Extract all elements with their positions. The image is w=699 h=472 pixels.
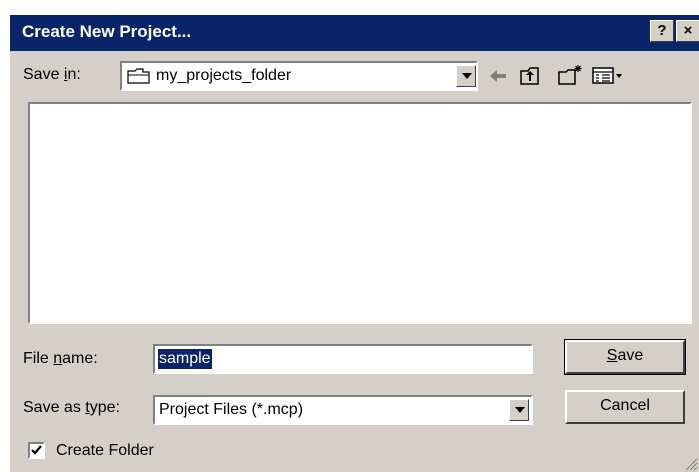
close-button[interactable]: ×: [676, 20, 699, 42]
file-name-input[interactable]: sample: [153, 344, 533, 374]
checkmark-icon: [31, 445, 42, 455]
close-icon: ×: [683, 22, 693, 39]
window-title: Create New Project...: [22, 22, 192, 41]
file-list[interactable]: [28, 102, 692, 324]
view-menu-icon[interactable]: [590, 63, 626, 89]
save-as-type-value: Project Files (*.mcp): [159, 401, 304, 418]
file-name-value: sample: [158, 349, 212, 369]
save-as-type-dropdown-button[interactable]: [509, 399, 529, 421]
save-as-type-label: Save as type:: [23, 399, 120, 416]
cancel-button[interactable]: Cancel: [565, 390, 685, 424]
save-button[interactable]: Save: [564, 339, 686, 375]
title-bar[interactable]: Create New Project... ? ×: [10, 15, 699, 51]
new-folder-icon[interactable]: [556, 63, 586, 89]
size-grip-icon[interactable]: [682, 455, 698, 471]
create-new-project-dialog: Create New Project... ? × Save in: my_pr…: [8, 13, 699, 472]
save-as-type-select[interactable]: Project Files (*.mcp): [153, 395, 533, 425]
create-folder-label: Create Folder: [56, 442, 154, 459]
file-name-label: File name:: [23, 350, 98, 367]
save-in-label: Save in:: [23, 66, 81, 83]
up-one-level-icon[interactable]: [518, 63, 546, 89]
back-arrow-icon[interactable]: [484, 63, 512, 89]
chevron-down-icon: [515, 407, 525, 413]
save-in-value: my_projects_folder: [156, 67, 292, 84]
save-in-dropdown-button[interactable]: [456, 65, 476, 87]
help-button[interactable]: ?: [650, 20, 674, 42]
chevron-down-icon: [462, 73, 472, 79]
folder-icon: [127, 68, 150, 84]
create-folder-checkbox[interactable]: [28, 442, 45, 459]
save-in-combo[interactable]: my_projects_folder: [120, 61, 478, 91]
